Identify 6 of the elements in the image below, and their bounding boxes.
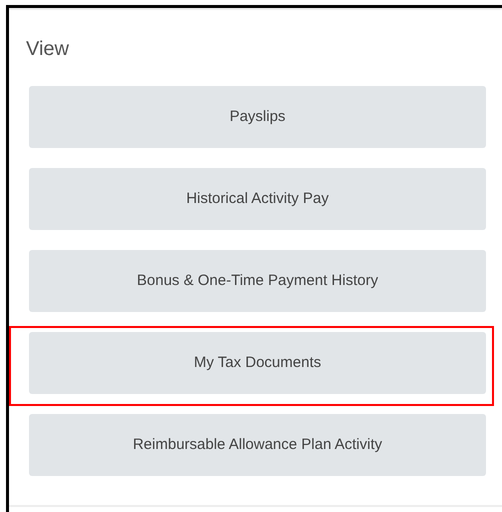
view-option-button[interactable]: Reimbursable Allowance Plan Activity	[29, 414, 486, 476]
view-option-button[interactable]: Historical Activity Pay	[29, 168, 486, 230]
view-option-button[interactable]: My Tax Documents	[29, 332, 486, 394]
panel-title: View	[26, 37, 70, 61]
view-option-button[interactable]: Payslips	[29, 86, 486, 148]
view-option-button[interactable]: Bonus & One-Time Payment History	[29, 250, 486, 312]
